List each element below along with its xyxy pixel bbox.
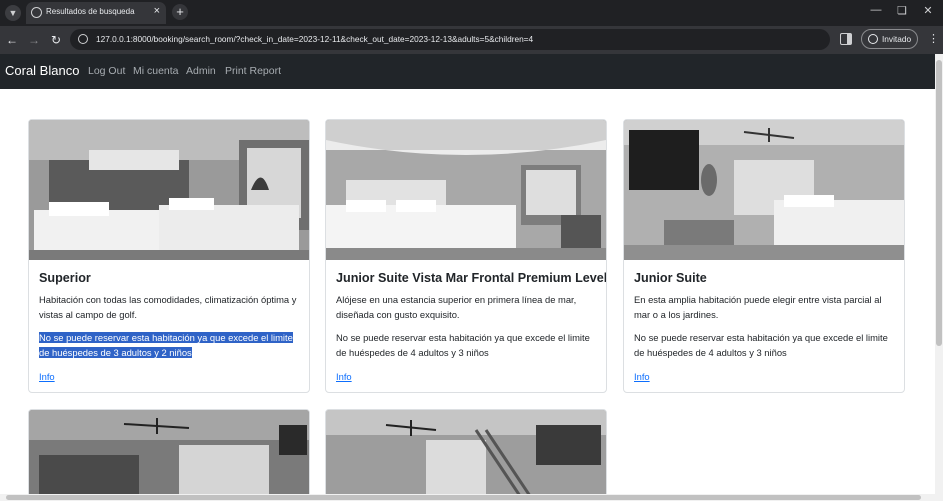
nav-logout[interactable]: Log Out — [88, 65, 125, 77]
globe-icon — [31, 7, 42, 18]
new-tab-button[interactable]: + — [172, 4, 188, 20]
vertical-scrollbar[interactable] — [935, 54, 943, 501]
room-card — [325, 409, 607, 501]
room-card: Superior Habitación con todas las comodi… — [28, 119, 310, 393]
back-button[interactable]: ← — [4, 32, 20, 48]
room-photo — [29, 120, 309, 260]
room-description: Alójese en una estancia superior en prim… — [336, 294, 577, 320]
forward-button[interactable]: → — [26, 32, 42, 48]
tab-title: Resultados de busqueda — [46, 7, 135, 16]
capacity-warning: No se puede reservar esta habitación ya … — [39, 330, 301, 360]
minimize-icon[interactable]: — — [867, 4, 885, 16]
nav-admin[interactable]: Admin — [186, 65, 216, 77]
capacity-warning-text: No se puede reservar esta habitación ya … — [39, 332, 293, 358]
profile-label: Invitado — [882, 34, 912, 44]
room-card: Junior Suite En esta amplia habitación p… — [623, 119, 905, 393]
capacity-warning: No se puede reservar esta habitación ya … — [634, 332, 888, 358]
room-card — [28, 409, 310, 501]
room-title: Superior — [39, 271, 91, 285]
tab-strip: ▼ Resultados de busqueda × + — ❏ ✕ — [0, 0, 943, 26]
room-card: Junior Suite Vista Mar Frontal Premium L… — [325, 119, 607, 393]
room-photo — [29, 410, 309, 501]
room-photo — [326, 120, 606, 260]
room-title: Junior Suite Vista Mar Frontal Premium L… — [336, 271, 607, 285]
url-text: 127.0.0.1:8000/booking/search_room/?chec… — [96, 34, 534, 44]
room-description: Habitación con todas las comodidades, cl… — [39, 294, 297, 320]
room-title: Junior Suite — [634, 271, 707, 285]
reload-button[interactable]: ↻ — [48, 32, 64, 48]
room-photo — [326, 410, 606, 501]
browser-window: ▼ Resultados de busqueda × + — ❏ ✕ ← → ↻… — [0, 0, 943, 501]
brand-link[interactable]: Coral Blanco — [5, 63, 79, 78]
side-panel-icon[interactable] — [840, 33, 852, 45]
room-description: En esta amplia habitación puede elegir e… — [634, 294, 882, 320]
page-viewport: Coral Blanco Log Out Mi cuenta Admin Pri… — [0, 54, 935, 501]
address-bar[interactable]: 127.0.0.1:8000/booking/search_room/?chec… — [70, 29, 830, 50]
site-info-icon[interactable] — [78, 34, 88, 44]
horizontal-scrollbar-thumb[interactable] — [6, 495, 921, 500]
profile-button[interactable]: Invitado — [861, 29, 918, 49]
capacity-warning: No se puede reservar esta habitación ya … — [336, 332, 590, 358]
close-window-icon[interactable]: ✕ — [919, 4, 937, 17]
site-navbar: Coral Blanco Log Out Mi cuenta Admin Pri… — [0, 54, 935, 89]
room-info-link[interactable]: Info — [634, 371, 650, 382]
nav-mi-cuenta[interactable]: Mi cuenta — [133, 65, 179, 77]
browser-tab[interactable]: Resultados de busqueda × — [26, 2, 166, 24]
menu-icon[interactable]: ⋮ — [928, 32, 939, 45]
vertical-scrollbar-thumb[interactable] — [936, 60, 942, 346]
profile-icon — [868, 34, 878, 44]
browser-toolbar: ← → ↻ 127.0.0.1:8000/booking/search_room… — [0, 26, 943, 54]
close-tab-icon[interactable]: × — [154, 5, 160, 17]
room-info-link[interactable]: Info — [336, 371, 352, 382]
room-photo — [624, 120, 904, 260]
tab-search-icon[interactable]: ▼ — [5, 5, 21, 21]
horizontal-scrollbar[interactable] — [0, 494, 935, 501]
restore-icon[interactable]: ❏ — [893, 4, 911, 17]
room-info-link[interactable]: Info — [39, 371, 55, 382]
nav-print-report[interactable]: Print Report — [225, 65, 281, 77]
